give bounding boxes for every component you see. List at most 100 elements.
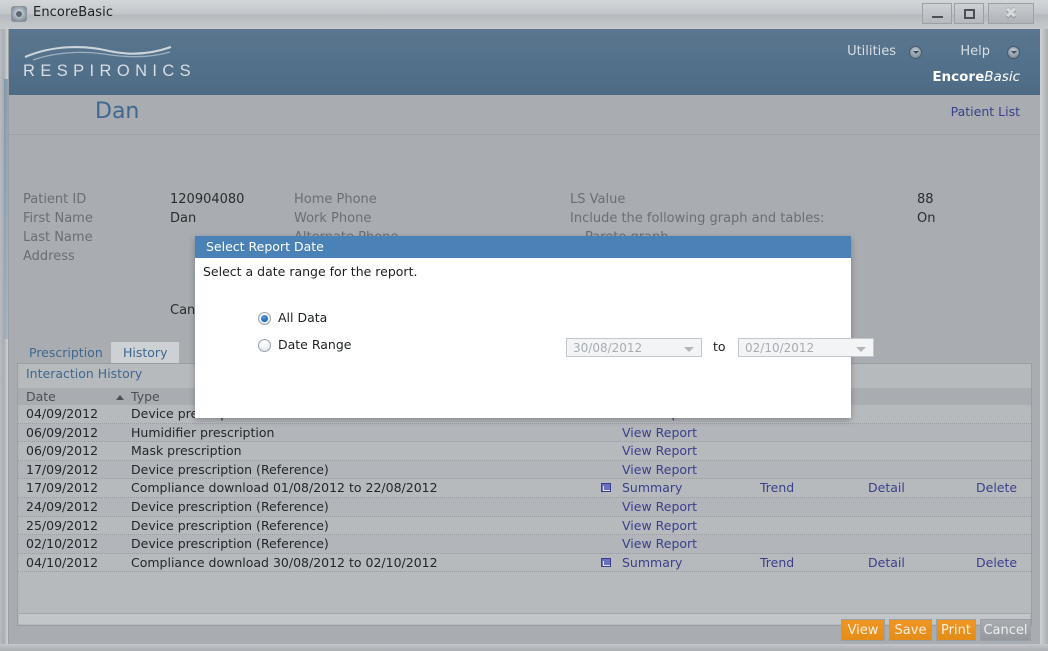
table-row[interactable]: 17/09/2012 Compliance download 01/08/2012… [18,479,1031,498]
label-ls-value: LS Value [570,192,626,207]
close-icon: ✖ [1004,4,1018,22]
value-first-name: Dan [170,211,197,226]
table-row[interactable]: 17/09/2012 Device prescription (Reference… [18,460,1031,480]
date-from-dropdown[interactable]: 30/08/2012 [566,338,702,357]
table-row[interactable]: 24/09/2012 Device prescription (Reference… [18,497,1031,517]
ascending-sort-icon [116,395,124,400]
print-button[interactable]: Print [936,619,976,641]
help-chevron-down-icon[interactable] [1007,46,1020,59]
label-last-name: Last Name [23,230,93,245]
date-from-chevron-down-icon[interactable] [684,347,694,352]
cell-type: Compliance download 01/08/2012 to 22/08/… [131,480,438,496]
cell-date: 04/10/2012 [26,554,99,570]
cell-link-primary[interactable]: View Report [622,425,697,440]
date-to-dropdown[interactable]: 02/10/2012 [738,338,874,357]
table-row[interactable]: 25/09/2012 Device prescription (Reference… [18,516,1031,536]
label-address: Address [23,249,75,264]
nav-utilities[interactable]: Utilities [847,44,896,59]
cell-link-trend[interactable]: Trend [760,555,794,570]
cell-type: Compliance download 30/08/2012 to 02/10/… [131,554,438,570]
cell-link-detail[interactable]: Detail [868,480,905,495]
page-title: Dan [95,99,140,124]
cell-link-primary[interactable]: View Report [622,536,697,551]
cell-date: 06/09/2012 [26,443,99,459]
cell-link-detail[interactable]: Detail [868,555,905,570]
nav-help[interactable]: Help [960,44,990,59]
application-window: EncoreBasic ✖ RESPIRONICS Utilities Help [0,0,1048,651]
chart-report-icon[interactable] [601,483,611,493]
cell-link-delete[interactable]: Delete [976,480,1017,495]
minimize-button[interactable] [922,3,952,24]
app-icon [11,6,27,22]
minimize-icon [931,15,943,18]
cancel-button[interactable]: Cancel [980,619,1031,641]
date-range-radio-icon[interactable] [258,339,271,352]
date-from-value: 30/08/2012 [573,341,643,355]
dialog-titlebar: Select Report Date [195,236,851,258]
all-data-label: All Data [278,310,328,325]
chart-report-icon[interactable] [601,557,611,567]
product-name-bold: Encore [932,69,985,85]
date-range-label: Date Range [278,337,352,352]
patient-banner: Dan Patient List [9,95,1040,135]
window-left-edge [0,29,9,651]
cell-link-primary[interactable]: Summary [622,480,682,495]
maximize-icon [963,8,975,19]
cell-link-primary[interactable]: View Report [622,443,697,458]
cell-type: Mask prescription [131,443,242,459]
label-home-phone: Home Phone [294,192,377,207]
cell-type: Humidifier prescription [131,424,275,440]
label-patient-id: Patient ID [23,192,87,207]
maximize-button[interactable] [954,3,984,24]
window-titlebar: EncoreBasic ✖ [0,0,1048,30]
brand-header: RESPIRONICS Utilities Help EncoreBasic [9,29,1040,95]
cell-link-primary[interactable]: View Report [622,462,697,477]
value-patient-id: 120904080 [170,192,245,207]
cell-link-primary[interactable]: View Report [622,518,697,533]
close-button[interactable]: ✖ [988,3,1034,24]
value-include-graph: On [917,211,936,226]
cell-date: 04/09/2012 [26,406,99,421]
column-header-type[interactable]: Type [131,389,160,404]
patient-list-link[interactable]: Patient List [951,104,1020,119]
label-work-phone: Work Phone [294,211,372,226]
window-right-edge [1040,29,1048,651]
cell-date: 17/09/2012 [26,461,99,477]
utilities-chevron-down-icon[interactable] [909,46,922,59]
respironics-wave-logo-icon [24,46,172,61]
cell-date: 02/10/2012 [26,536,99,552]
cell-type: Device prescription (Reference) [131,498,329,514]
cell-link-primary[interactable]: Summary [622,555,682,570]
save-button[interactable]: Save [889,619,932,641]
product-name-italic: Basic [984,69,1020,85]
tab-history[interactable]: History [111,342,180,363]
date-to-separator-label: to [713,339,726,354]
respironics-wordmark: RESPIRONICS [23,62,197,80]
cell-type: Device prescription (Reference) [131,536,329,552]
table-row[interactable]: 06/09/2012 Mask prescription View Report [18,442,1031,461]
date-to-chevron-down-icon[interactable] [856,347,866,352]
date-to-value: 02/10/2012 [745,341,815,355]
window-bottom-edge [0,644,1048,651]
table-row[interactable]: 02/10/2012 Device prescription (Reference… [18,535,1031,554]
all-data-radio-icon[interactable] [258,312,271,325]
tab-prescription[interactable]: Prescription [17,342,115,363]
cell-type: Device prescription (Reference) [131,461,329,477]
label-include-graph: Include the following graph and tables: [570,211,825,226]
table-body: 04/09/2012Device prescriptionView Report… [18,405,1031,573]
dialog-instruction: Select a date range for the report. [203,264,418,279]
view-button[interactable]: View [841,619,885,641]
label-first-name: First Name [23,211,93,226]
cell-link-trend[interactable]: Trend [760,480,794,495]
column-header-date[interactable]: Date [26,389,56,404]
window-title: EncoreBasic [33,5,114,20]
value-ls-value: 88 [917,192,934,207]
dialog-title: Select Report Date [206,239,324,254]
table-row[interactable]: 04/10/2012 Compliance download 30/08/2012… [18,553,1031,573]
cell-type: Device prescription (Reference) [131,517,329,533]
table-caption: Interaction History [26,366,143,381]
cell-date: 24/09/2012 [26,498,99,514]
cell-link-primary[interactable]: View Report [622,499,697,514]
table-row[interactable]: 06/09/2012 Humidifier prescription View Re… [18,423,1031,443]
cell-link-delete[interactable]: Delete [976,555,1017,570]
